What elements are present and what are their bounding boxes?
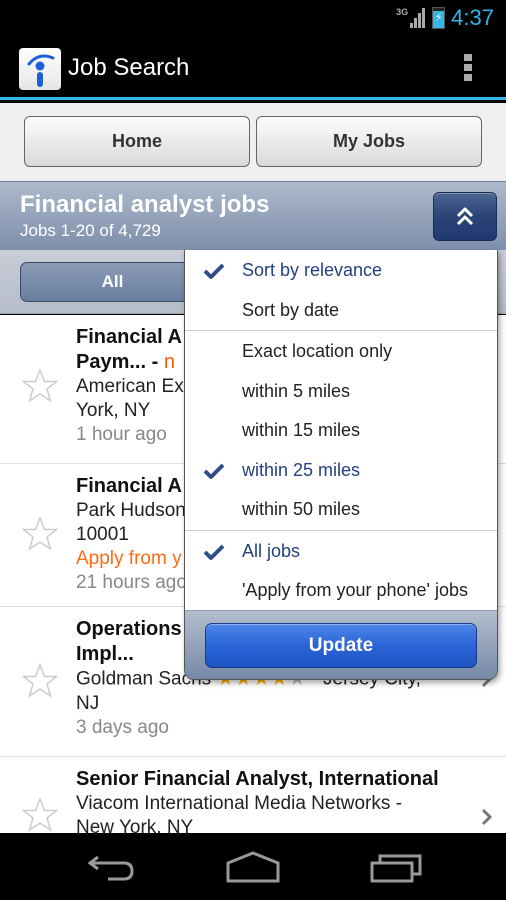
job-title: Senior Financial Analyst, International xyxy=(76,768,439,790)
job-location-line2: NJ xyxy=(76,693,100,714)
results-count: Jobs 1-20 of 4,729 xyxy=(20,221,161,240)
popup-option[interactable]: within 25 miles xyxy=(185,451,497,491)
save-star-icon[interactable] xyxy=(22,368,58,404)
status-bar: 3G 4:37 xyxy=(0,0,506,36)
sort-filter-popup: Sort by relevance Sort by date Exact loca… xyxy=(184,250,498,680)
popup-option-label: Exact location only xyxy=(242,341,393,362)
back-icon[interactable] xyxy=(86,853,138,883)
home-icon[interactable] xyxy=(226,851,280,883)
battery-charging-icon xyxy=(432,7,446,29)
clock: 4:37 xyxy=(451,5,494,30)
popup-option-label: 'Apply from your phone' jobs xyxy=(242,580,468,601)
update-button[interactable]: Update xyxy=(205,623,477,668)
home-button[interactable]: Home xyxy=(24,116,250,167)
my-jobs-button[interactable]: My Jobs xyxy=(256,116,482,167)
chevron-right-icon xyxy=(481,808,493,826)
double-chevron-up-icon xyxy=(456,207,474,225)
recent-apps-icon[interactable] xyxy=(370,853,422,883)
checkmark-icon xyxy=(203,463,225,479)
popup-option-label: Sort by relevance xyxy=(242,260,383,281)
new-badge: n xyxy=(163,351,175,373)
search-header: Financial analyst jobs Jobs 1-20 of 4,72… xyxy=(0,181,506,250)
popup-option-label: within 15 miles xyxy=(242,420,361,441)
save-star-icon[interactable] xyxy=(22,516,58,552)
overflow-menu-icon[interactable] xyxy=(464,54,474,84)
popup-option-label: within 50 miles xyxy=(242,499,361,520)
popup-option-label: All jobs xyxy=(242,540,301,561)
popup-option[interactable]: Sort by date xyxy=(185,291,497,331)
collapse-filters-button[interactable] xyxy=(433,192,497,241)
checkmark-icon xyxy=(203,263,225,279)
popup-option[interactable]: within 5 miles xyxy=(185,372,497,412)
signal-strength-icon xyxy=(410,8,426,28)
distance-options-group: Exact location only within 5 miles within … xyxy=(185,331,497,531)
app-title: Job Search xyxy=(68,54,190,81)
job-title-line2: Paym... xyxy=(76,351,147,373)
job-list-item[interactable]: Senior Financial Analyst, International … xyxy=(0,757,506,833)
job-type-options-group: All jobs 'Apply from your phone' jobs xyxy=(185,531,497,611)
system-navigation-bar xyxy=(0,833,506,900)
popup-option[interactable]: Sort by relevance xyxy=(185,251,497,291)
popup-option-label: Sort by date xyxy=(242,299,340,320)
popup-option-label: within 25 miles xyxy=(242,459,361,480)
popup-option[interactable]: within 50 miles xyxy=(185,490,497,530)
save-star-icon[interactable] xyxy=(22,797,58,833)
job-location: New York, NY xyxy=(76,817,194,833)
action-bar: Job Search xyxy=(0,36,506,100)
popup-option-label: within 5 miles xyxy=(242,380,351,401)
popup-footer: Update xyxy=(185,610,497,679)
popup-option[interactable]: within 15 miles xyxy=(185,411,497,451)
popup-option[interactable]: 'Apply from your phone' jobs xyxy=(185,571,497,611)
network-type-label: 3G xyxy=(396,7,409,17)
checkmark-icon xyxy=(203,544,225,560)
job-company: Viacom International Media Networks - xyxy=(76,793,402,814)
indeed-i-logo-icon[interactable] xyxy=(19,48,61,90)
save-star-icon[interactable] xyxy=(22,663,58,699)
popup-option[interactable]: All jobs xyxy=(185,532,497,572)
sort-options-group: Sort by relevance Sort by date xyxy=(185,250,497,331)
job-age: 3 days ago xyxy=(76,717,169,738)
popup-option[interactable]: Exact location only xyxy=(185,332,497,372)
search-title: Financial analyst jobs xyxy=(20,191,270,218)
nav-area: Home My Jobs xyxy=(0,103,506,181)
